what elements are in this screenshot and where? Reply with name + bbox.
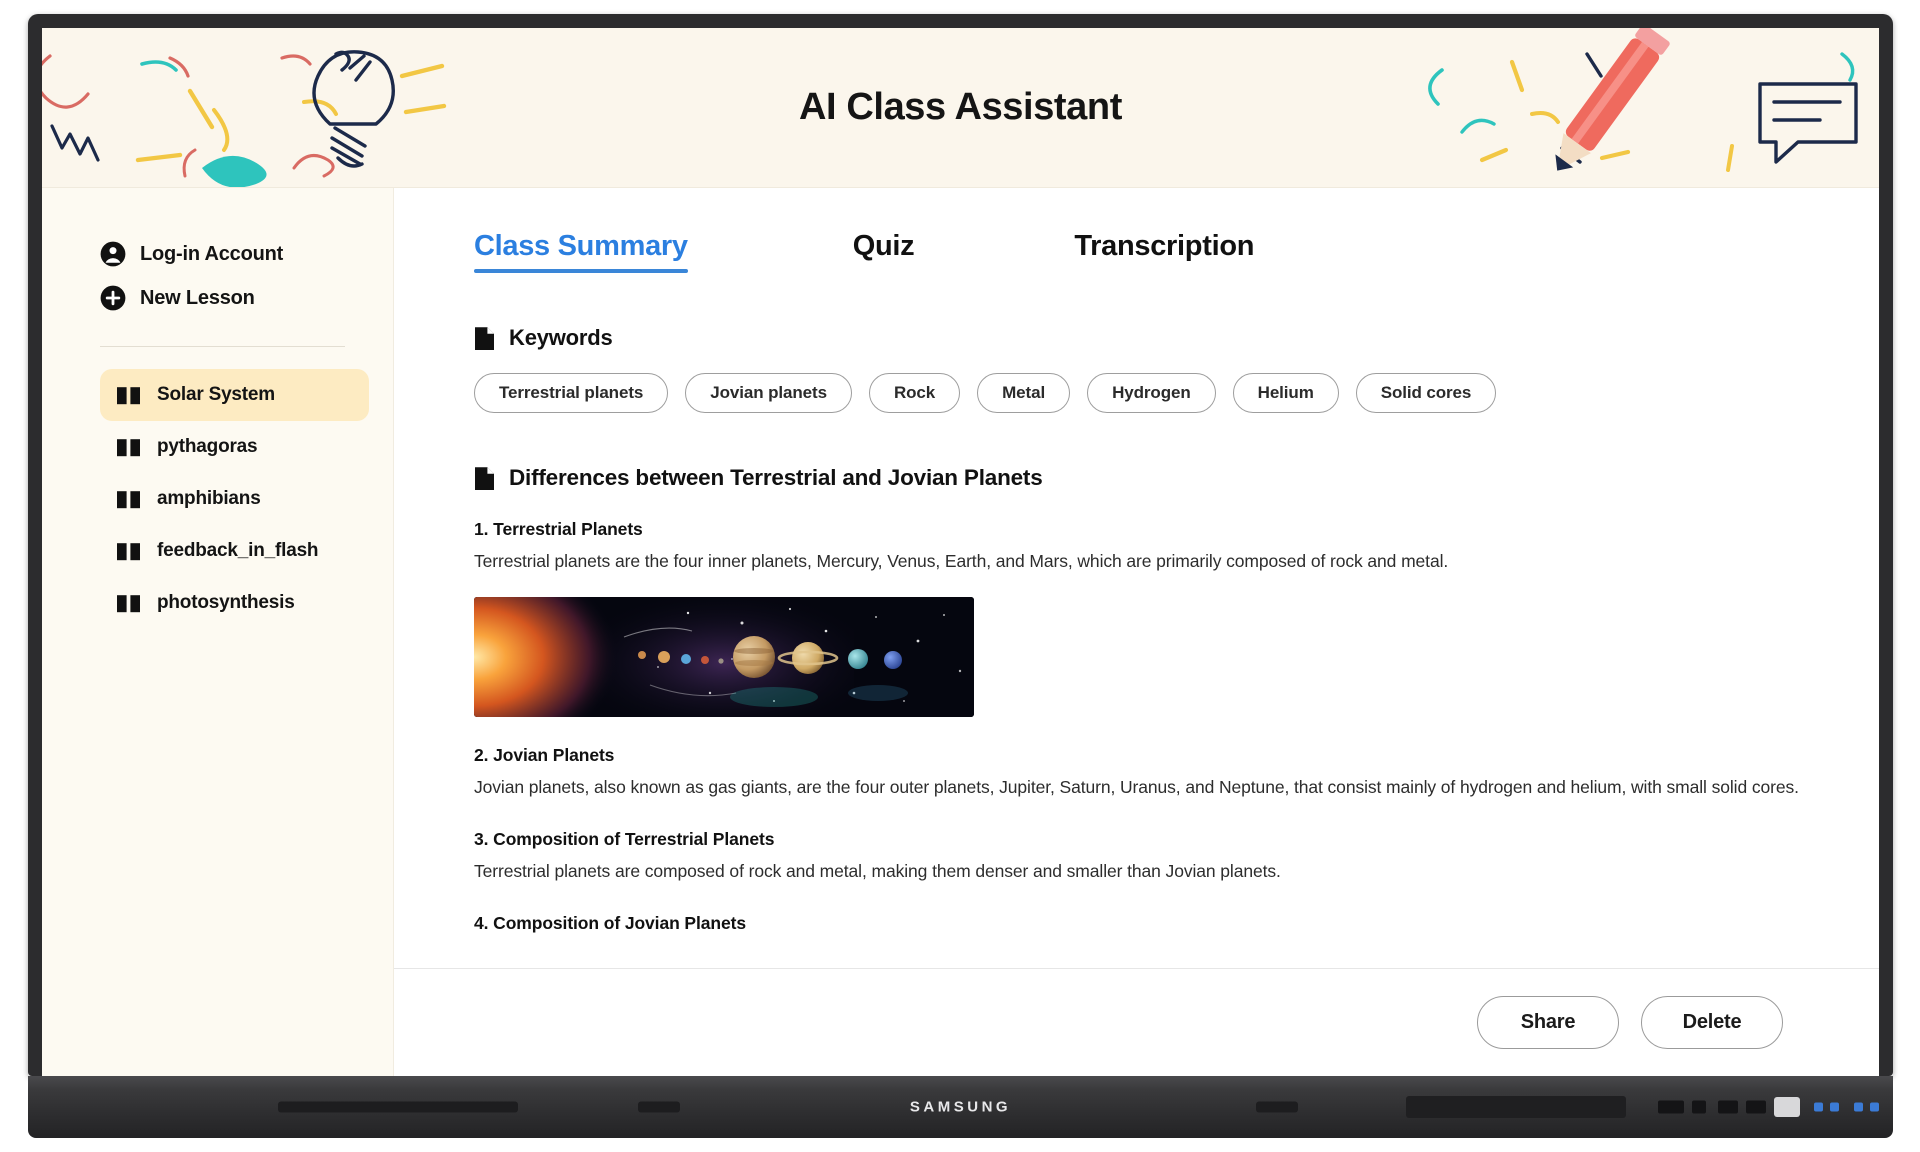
keyword-chip[interactable]: Helium: [1232, 373, 1339, 413]
sidebar-item-solar-system[interactable]: Solar System: [100, 369, 369, 421]
tab-transcription[interactable]: Transcription: [1074, 230, 1254, 273]
chin-slot-center-left: [638, 1101, 680, 1113]
sidebar-item-label: feedback_in_flash: [157, 540, 319, 561]
share-button[interactable]: Share: [1477, 996, 1619, 1049]
plus-circle-icon: [100, 285, 126, 311]
summary-item-body: Jovian planets, also known as gas giants…: [474, 777, 1799, 798]
brand-logo: SAMSUNG: [909, 1098, 1012, 1116]
book-icon: [117, 543, 140, 561]
keyword-chip[interactable]: Hydrogen: [1087, 373, 1216, 413]
chin-indicator-4: [1870, 1102, 1879, 1112]
book-icon: [117, 439, 140, 457]
keyword-chip[interactable]: Solid cores: [1355, 373, 1497, 413]
display-panel: AI Class Assistant Log-in Account New Le…: [42, 28, 1879, 1076]
sidebar-item-label: photosynthesis: [157, 592, 295, 613]
account-circle-icon: [100, 241, 126, 267]
keyword-chip[interactable]: Metal: [977, 373, 1071, 413]
book-icon: [117, 387, 140, 405]
book-icon: [117, 595, 140, 613]
sidebar: Log-in Account New Lesson Solar System p…: [42, 188, 394, 1076]
sidebar-item-photosynthesis[interactable]: photosynthesis: [100, 577, 369, 629]
keywords-section-header: Keywords: [474, 325, 1819, 351]
sidebar-item-label: Log-in Account: [140, 242, 284, 265]
chin-port-2: [1692, 1100, 1706, 1114]
sidebar-item-label: pythagoras: [157, 436, 258, 457]
display-bezel: AI Class Assistant Log-in Account New Le…: [28, 14, 1893, 1076]
page-title: AI Class Assistant: [799, 86, 1122, 128]
keyword-chip[interactable]: Jovian planets: [685, 373, 852, 413]
sidebar-item-login-account[interactable]: Log-in Account: [42, 232, 393, 276]
sidebar-item-pythagoras[interactable]: pythagoras: [100, 421, 369, 473]
chin-slot-left: [278, 1101, 518, 1113]
action-footer: Share Delete: [394, 968, 1879, 1076]
document-icon: [475, 466, 494, 490]
summary-item-heading: 3. Composition of Terrestrial Planets: [474, 829, 775, 850]
chin-port-3: [1718, 1100, 1738, 1114]
monitor-chin: SAMSUNG: [28, 1076, 1893, 1138]
keywords-title: Keywords: [509, 325, 613, 350]
chin-port-5: [1774, 1097, 1800, 1117]
sidebar-item-amphibians[interactable]: amphibians: [100, 473, 369, 525]
summary-item-heading: 2. Jovian Planets: [474, 745, 615, 766]
app-body: Log-in Account New Lesson Solar System p…: [42, 188, 1879, 1076]
summary-section-header: Differences between Terrestrial and Jovi…: [474, 465, 1819, 491]
summary-item-heading: 4. Composition of Jovian Planets: [474, 913, 746, 934]
chin-indicator-1: [1814, 1102, 1823, 1112]
book-icon: [117, 491, 140, 509]
summary-item-body: Terrestrial planets are composed of rock…: [474, 861, 1281, 882]
summary-title: Differences between Terrestrial and Jovi…: [509, 465, 1043, 490]
chin-slot-center-right: [1256, 1101, 1298, 1113]
sidebar-item-label: amphibians: [157, 488, 261, 509]
app-header: AI Class Assistant: [42, 28, 1879, 188]
tab-class-summary[interactable]: Class Summary: [474, 230, 688, 273]
keyword-chip[interactable]: Rock: [868, 373, 961, 413]
keyword-chip-list: Terrestrial planets Jovian planets Rock …: [474, 373, 1819, 413]
delete-button[interactable]: Delete: [1641, 996, 1783, 1049]
summary-item-heading: 1. Terrestrial Planets: [474, 519, 643, 539]
sidebar-item-new-lesson[interactable]: New Lesson: [42, 276, 393, 320]
tab-quiz[interactable]: Quiz: [853, 230, 915, 273]
chin-port-4: [1746, 1100, 1766, 1114]
sidebar-item-label: Solar System: [157, 384, 275, 405]
sidebar-divider: [100, 346, 345, 347]
solar-system-planets-image: [474, 597, 974, 718]
document-icon: [475, 326, 494, 350]
sidebar-item-label: New Lesson: [140, 286, 255, 309]
chin-indicator-2: [1830, 1102, 1839, 1112]
tab-bar: Class Summary Quiz Transcription: [474, 188, 1879, 273]
summary-item-body: Terrestrial planets are the four inner p…: [474, 551, 1449, 571]
chin-speaker-right: [1406, 1096, 1626, 1118]
sidebar-item-feedback-in-flash[interactable]: feedback_in_flash: [100, 525, 369, 577]
keyword-chip[interactable]: Terrestrial planets: [474, 373, 669, 413]
screenshot-root: AI Class Assistant Log-in Account New Le…: [0, 0, 1920, 1152]
chin-indicator-3: [1854, 1102, 1863, 1112]
content-area: Keywords Terrestrial planets Jovian plan…: [394, 273, 1879, 968]
chin-port-1: [1658, 1100, 1684, 1114]
main-content: Class Summary Quiz Transcription Keyword…: [394, 188, 1879, 1076]
